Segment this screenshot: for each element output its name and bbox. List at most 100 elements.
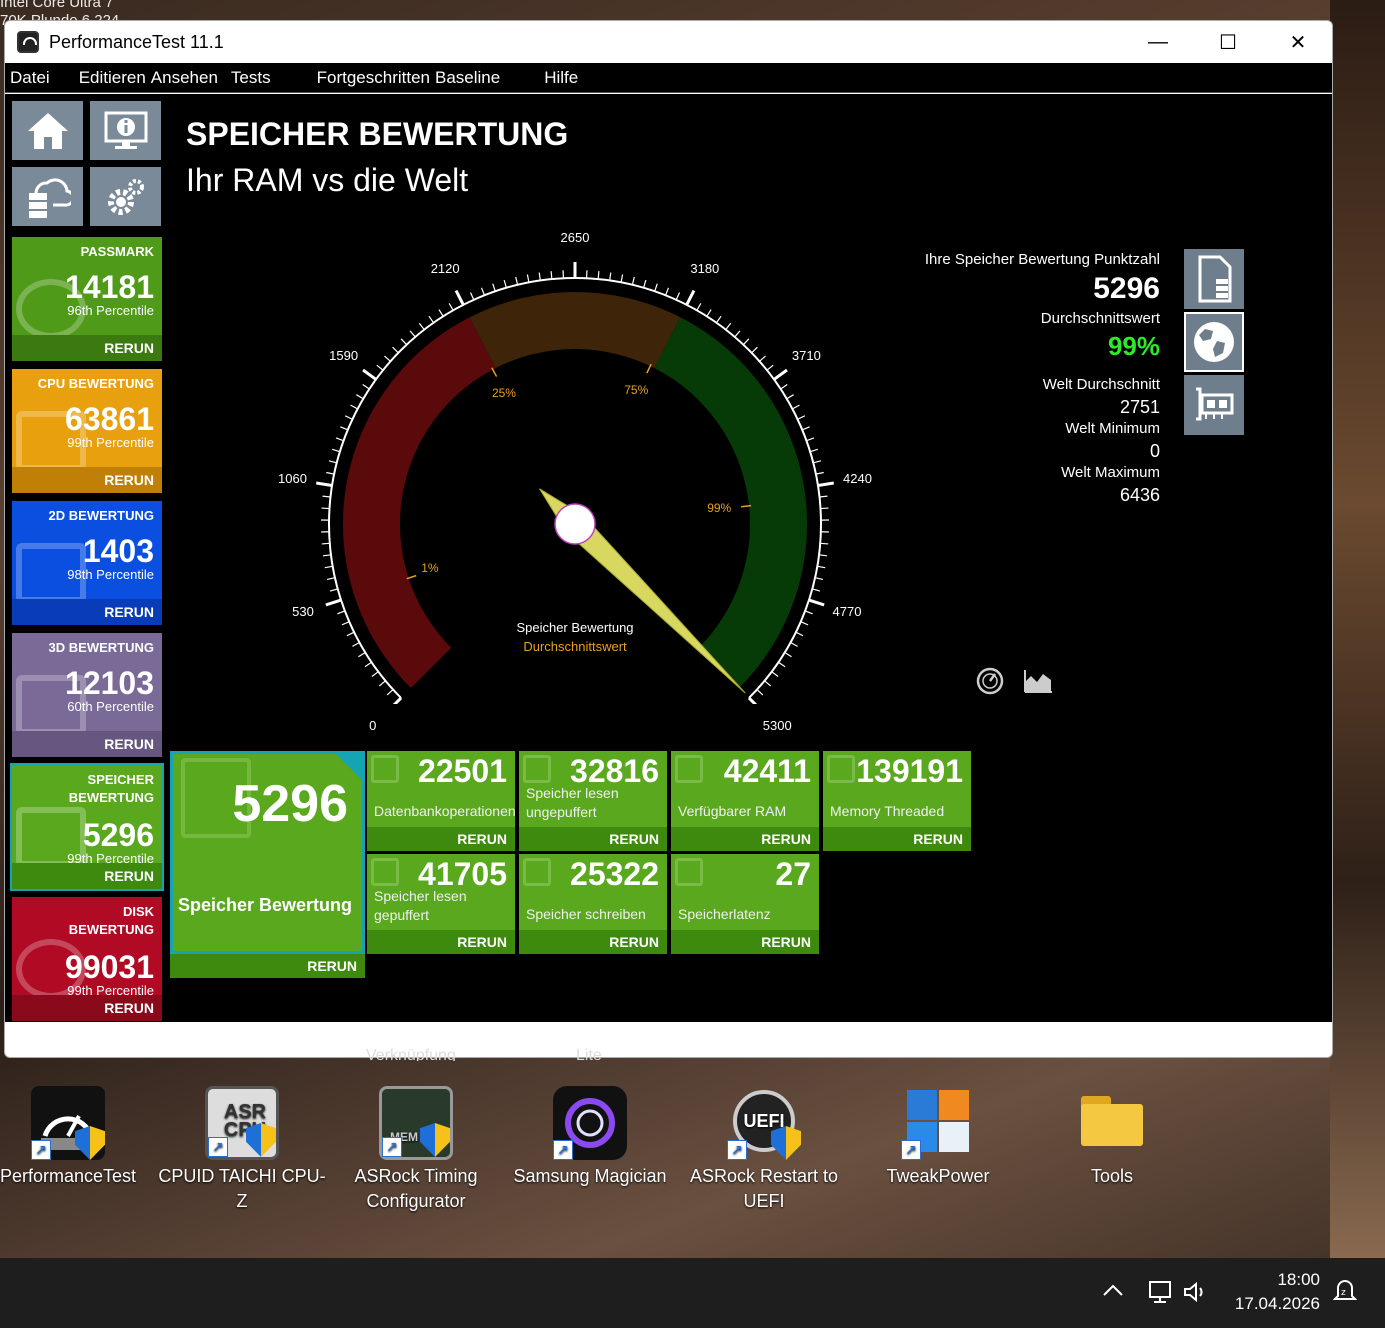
- gauge-tick-label: 530: [292, 604, 314, 620]
- shortcut-arrow-icon: ↗: [382, 1137, 402, 1157]
- gauge-tick: [820, 507, 829, 510]
- summary-tile-rerun-button[interactable]: RERUN: [12, 995, 162, 1021]
- clock[interactable]: 18:00 17.04.2026: [1222, 1268, 1320, 1316]
- system-info-button[interactable]: [90, 101, 161, 160]
- desktop-icon-asrock-uefi[interactable]: UEFI ↗ ASRock Restart to UEFI: [679, 1086, 849, 1214]
- percentile-label: 99%: [707, 500, 732, 515]
- benchmark-rerun-button[interactable]: RERUN: [519, 930, 667, 954]
- chart-view-icon[interactable]: [1023, 668, 1053, 694]
- benchmark-rerun-button[interactable]: RERUN: [367, 827, 515, 851]
- summary-tile-5[interactable]: DISK BEWERTUNG 99031 99th Percentile RERUN: [12, 897, 162, 1021]
- summary-tile-0[interactable]: PASSMARK 14181 96th Percentile RERUN: [12, 237, 162, 361]
- summary-tile-percentile: 96th Percentile: [67, 303, 154, 318]
- summary-tile-1[interactable]: CPU BEWERTUNG 63861 99th Percentile RERUN: [12, 369, 162, 493]
- summary-tile-percentile: 98th Percentile: [67, 567, 154, 582]
- gauge-tick: [321, 542, 330, 545]
- menu-fortgeschritten[interactable]: Fortgeschritten: [317, 68, 430, 88]
- benchmark-rerun-button[interactable]: RERUN: [367, 930, 515, 954]
- home-button[interactable]: [12, 101, 83, 160]
- desktop-icon-tools[interactable]: Tools: [1027, 1086, 1197, 1189]
- document-icon: [1198, 255, 1232, 303]
- maximize-button[interactable]: ☐: [1193, 21, 1263, 63]
- desktop-icon-label: PerformanceTest: [0, 1166, 137, 1186]
- benchmark-tile-2[interactable]: 42411 Verfügbarer RAM RERUN: [671, 751, 819, 851]
- gauge-tick: [797, 415, 806, 420]
- summary-tile-rerun-button[interactable]: RERUN: [12, 335, 162, 361]
- average-label: Durchschnittswert: [1040, 310, 1160, 327]
- title-bar[interactable]: PerformanceTest 11.1 — ☐ ✕: [5, 21, 1332, 63]
- close-button[interactable]: ✕: [1263, 21, 1332, 63]
- benchmark-tile-4[interactable]: 41705 Speicher lesen gepuffert RERUN: [367, 854, 515, 954]
- benchmark-tile-6[interactable]: 27 Speicherlatenz RERUN: [671, 854, 819, 954]
- gauge-tick-label: 2120: [430, 261, 460, 277]
- menu-hilfe[interactable]: Hilfe: [544, 68, 578, 88]
- benchmark-tile-5[interactable]: 25322 Speicher schreiben RERUN: [519, 854, 667, 954]
- gauge-tick: [384, 355, 391, 362]
- desktop-icon-samsung-magician[interactable]: ↗ Samsung Magician: [505, 1086, 675, 1189]
- summary-tile-4[interactable]: SPEICHER BEWERTUNG 5296 99th Percentile RER…: [10, 763, 164, 891]
- benchmark-rerun-button[interactable]: RERUN: [671, 930, 819, 954]
- gauge-tick: [344, 415, 353, 420]
- chevron-up-icon[interactable]: [1102, 1282, 1124, 1298]
- summary-tile-rerun-button[interactable]: RERUN: [12, 731, 162, 757]
- main-memory-score-tile[interactable]: 5296 Speicher Bewertung: [170, 751, 365, 954]
- cloud-results-button[interactable]: [12, 167, 83, 226]
- world-maximum-value: 6436: [1119, 485, 1160, 505]
- desktop-icon-tweakpower[interactable]: ↗ TweakPower: [853, 1086, 1023, 1189]
- menu-ansehen[interactable]: Ansehen: [151, 68, 218, 88]
- summary-tile-label: DISK BEWERTUNG: [68, 904, 154, 937]
- gauge-tick: [597, 271, 600, 280]
- benchmark-name: Speicher lesen gepuffert: [374, 888, 467, 923]
- memory-chip-icon: [371, 755, 399, 783]
- benchmark-tile-1[interactable]: 32816 Speicher lesen ungepuffert RERUN: [519, 751, 667, 851]
- desktop-icon-asrock-timing[interactable]: MEM ↗ ASRock Timing Configurator: [331, 1086, 501, 1214]
- world-compare-button[interactable]: [1184, 312, 1244, 372]
- benchmark-tile-0[interactable]: 22501 Datenbankoperationen RERUN: [367, 751, 516, 851]
- gauge-tick: [326, 471, 335, 475]
- notification-bell-icon[interactable]: z: [1333, 1278, 1357, 1306]
- benchmark-rerun-button[interactable]: RERUN: [671, 827, 819, 851]
- tweakpower-icon: ↗: [901, 1086, 975, 1160]
- gauge-caption: Speicher Bewertung: [516, 620, 634, 635]
- gauge-tick: [428, 315, 435, 324]
- summary-tile-rerun-button[interactable]: RERUN: [12, 467, 162, 493]
- shortcut-arrow-icon: ↗: [901, 1140, 921, 1160]
- gauge-view-icon[interactable]: [975, 666, 1005, 696]
- menu-datei[interactable]: Datei: [10, 68, 50, 88]
- summary-tile-value: 5296: [82, 817, 154, 853]
- desktop-icon-cpuz[interactable]: ASR CPU ↗ CPUID TAICHI CPU-Z: [157, 1086, 327, 1214]
- gauge-tick: [315, 481, 333, 487]
- summary-tile-3[interactable]: 3D BEWERTUNG 12103 60th Percentile RERUN: [12, 633, 162, 757]
- menu-baseline[interactable]: Baseline: [435, 68, 500, 88]
- menu-tests[interactable]: Tests: [231, 68, 271, 88]
- gauge-tick: [328, 460, 337, 464]
- gauge-tick: [786, 394, 794, 400]
- minimize-button[interactable]: —: [1123, 21, 1193, 63]
- gauge-tick: [371, 671, 379, 677]
- hardware-button[interactable]: [1184, 375, 1244, 435]
- benchmark-rerun-button[interactable]: RERUN: [823, 827, 971, 851]
- clock-time: 18:00: [1277, 1270, 1320, 1289]
- benchmark-tile-3[interactable]: 139191 Memory Threaded RERUN: [823, 751, 971, 851]
- gauge-tick: [503, 279, 507, 288]
- export-report-button[interactable]: [1184, 249, 1244, 309]
- summary-tile-2[interactable]: 2D BEWERTUNG 1403 98th Percentile RERUN: [12, 501, 162, 625]
- gauge-tick: [685, 289, 696, 306]
- desktop-icon-performancetest[interactable]: ↗ PerformanceTest: [0, 1086, 153, 1189]
- gauge-tick: [526, 274, 530, 283]
- gauge-tick: [620, 274, 624, 283]
- gauge-tick: [756, 689, 764, 696]
- benchmark-rerun-button[interactable]: RERUN: [519, 827, 667, 851]
- main-tile-rerun-button[interactable]: RERUN: [170, 954, 365, 978]
- desktop-icon-label: CPUID TAICHI CPU-Z: [158, 1166, 326, 1211]
- menu-editieren[interactable]: Editieren: [79, 68, 146, 88]
- gauge-tick: [817, 565, 826, 569]
- summary-tile-rerun-button[interactable]: RERUN: [12, 863, 162, 889]
- volume-icon[interactable]: [1182, 1280, 1212, 1304]
- main-tile-value: 5296: [232, 775, 348, 833]
- summary-tile-rerun-button[interactable]: RERUN: [12, 599, 162, 625]
- uefi-icon: UEFI ↗: [727, 1086, 801, 1160]
- settings-button[interactable]: [90, 167, 161, 226]
- gauge-tick: [766, 364, 774, 371]
- network-icon[interactable]: [1147, 1278, 1175, 1306]
